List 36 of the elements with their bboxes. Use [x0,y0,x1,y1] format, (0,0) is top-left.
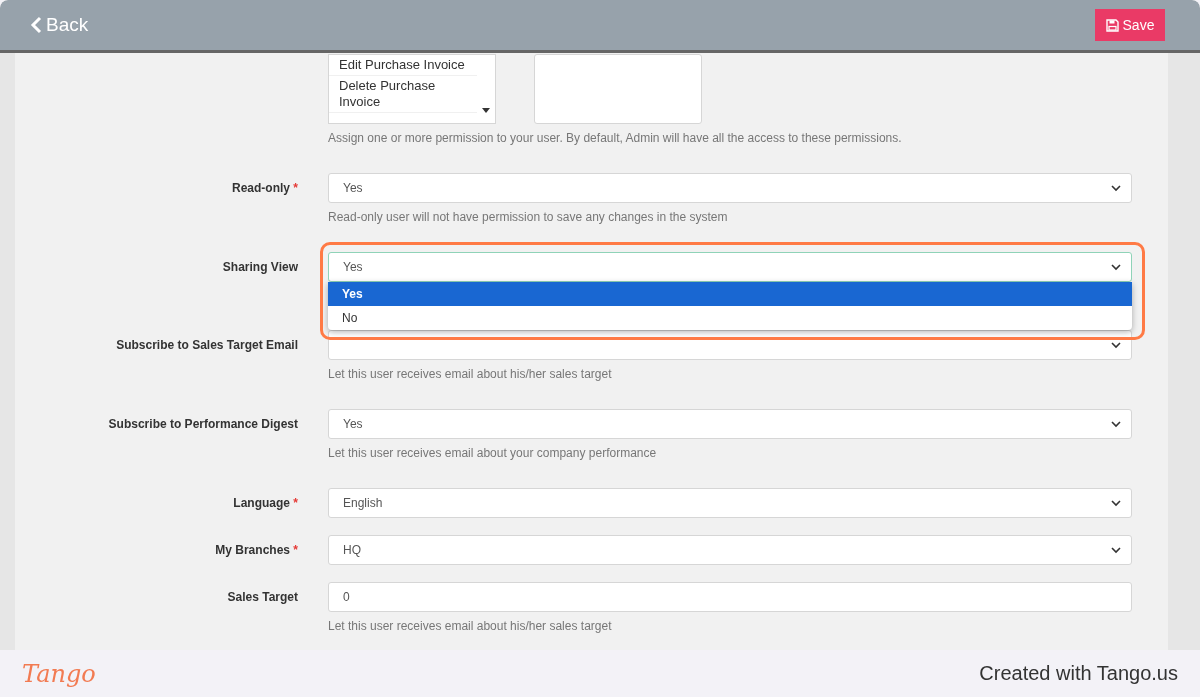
field-label: My Branches * [214,542,298,559]
select-field[interactable]: Yes [328,173,1132,203]
chevron-down-icon [1111,499,1121,507]
help-text: Read-only user will not have permission to save any changes in the system [328,209,729,225]
select-field[interactable]: Yes [328,409,1132,439]
chevron-down-icon [1111,263,1121,271]
select-field[interactable]: Yes [328,252,1132,282]
select-field[interactable]: HQ [328,535,1132,565]
permission-option[interactable]: Delete Purchase Invoice [329,76,477,113]
field-label: Read-only * [230,180,298,197]
scroll-down-icon[interactable] [482,108,490,113]
dropdown-option[interactable]: No [328,306,1132,330]
chevron-left-icon [30,16,42,34]
help-text: Let this user receives email about his/her sales target [328,366,613,382]
field-label: Subscribe to Sales Target Email [115,337,298,354]
help-text: Let this user receives email about your company performance [328,445,658,461]
field-label: Sales Target [226,589,298,606]
credit-text: Created with Tango.us [979,662,1178,685]
selected-permissions-listbox[interactable] [534,54,702,124]
select-field[interactable] [328,330,1132,360]
save-button[interactable]: Save [1095,9,1165,41]
help-text: Let this user receives email about his/her sales target [328,618,613,634]
chevron-down-icon [1111,184,1121,192]
chevron-down-icon [1111,341,1121,349]
permission-listbox[interactable]: Edit Purchase Invoice Delete Purchase Invoice [328,54,496,124]
chevron-down-icon [1111,420,1121,428]
logo: Tango [22,659,96,688]
permission-option[interactable]: Edit Purchase Invoice [329,55,477,76]
field-label: Language * [232,495,298,512]
help-text: Assign one or more permission to your user. By default, Admin will have all the access to these permissions. [328,130,903,146]
field-label: Sharing View [221,259,298,276]
select-field[interactable]: English [328,488,1132,518]
chevron-down-icon [1111,546,1121,554]
field-label: Subscribe to Performance Digest [107,416,298,433]
input-field[interactable]: 0 [328,582,1132,612]
dropdown-option[interactable]: Yes [328,282,1132,306]
